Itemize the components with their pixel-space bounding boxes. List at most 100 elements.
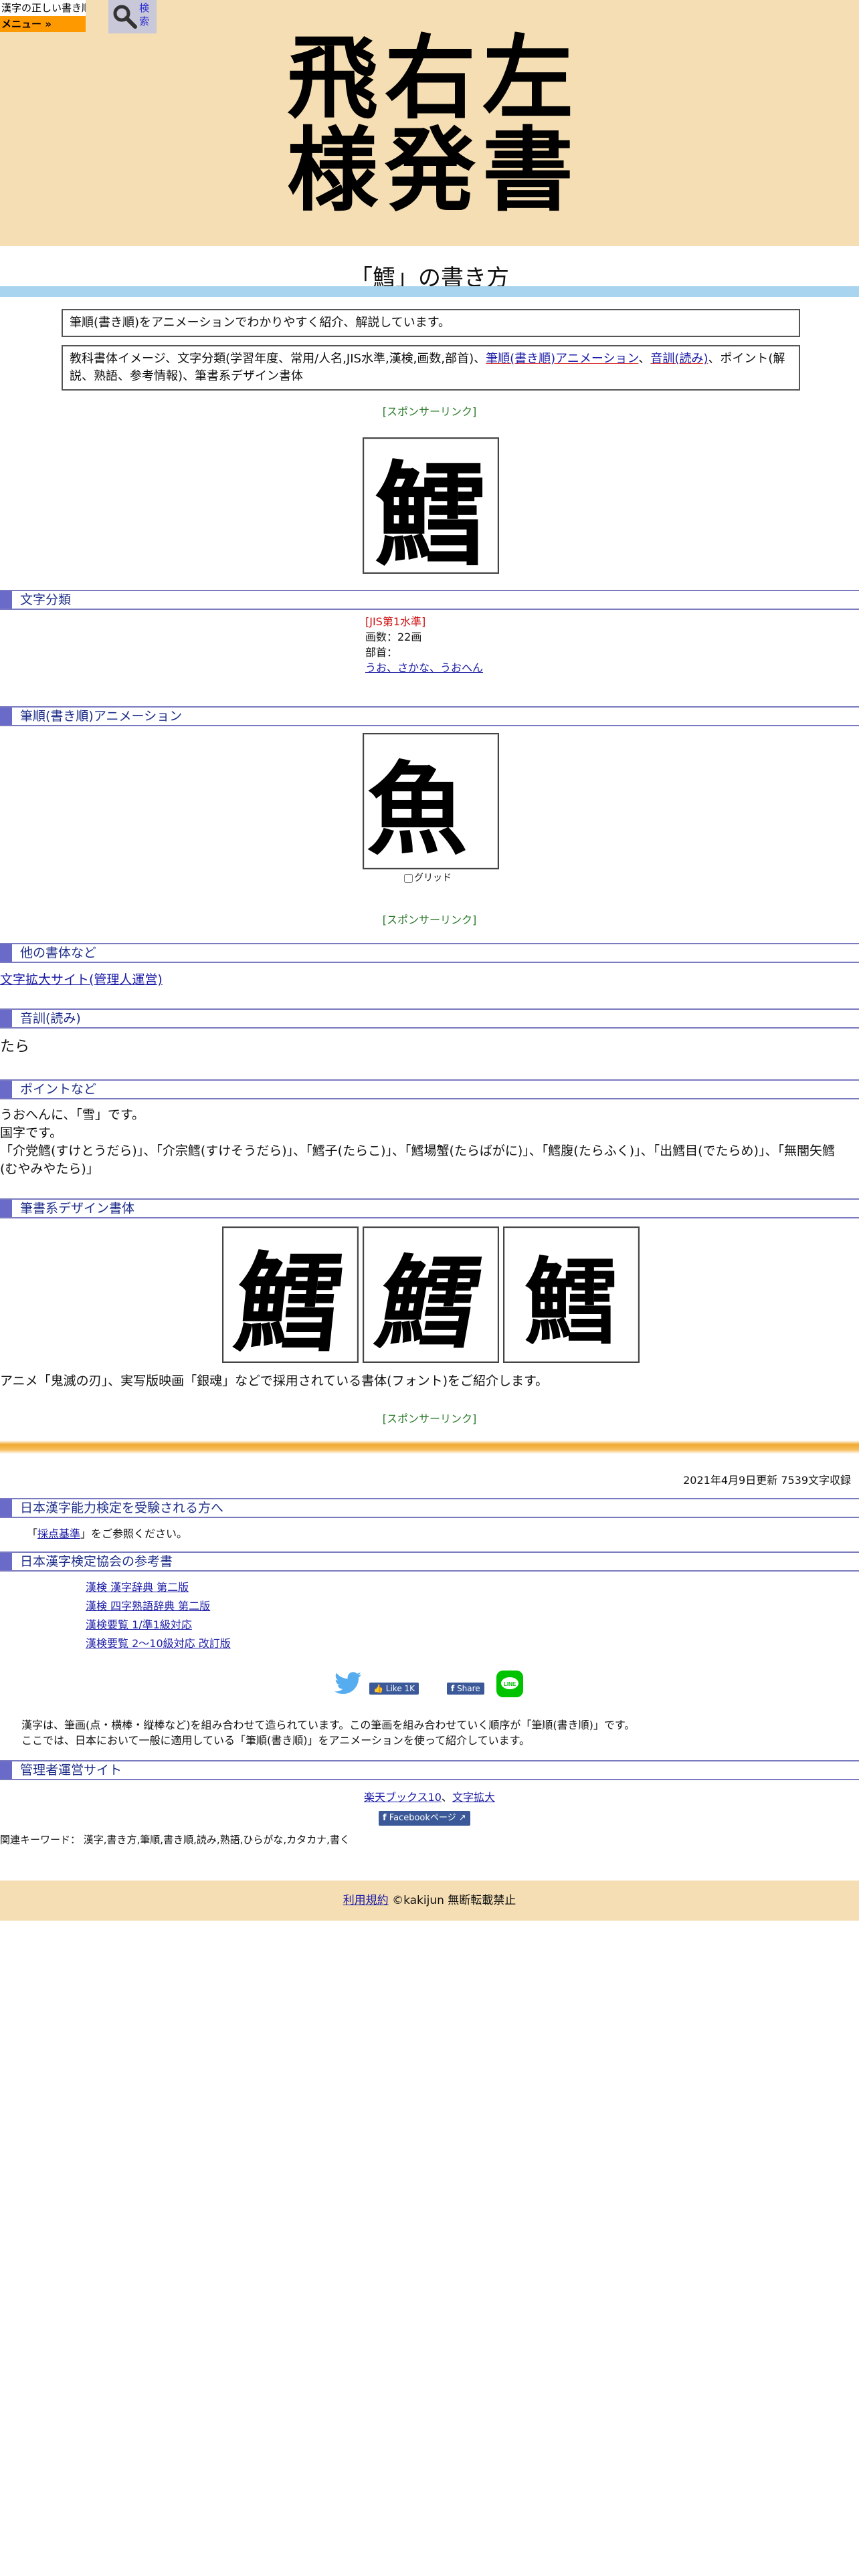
section-marker	[0, 1499, 12, 1517]
section-admin-sites: 管理者運営サイト	[0, 1760, 859, 1780]
section-marker	[0, 1761, 12, 1779]
section-title: 文字分類	[20, 593, 72, 607]
kentei-note-suffix: 」をご参照ください。	[80, 1527, 188, 1540]
facebook-like-button[interactable]: 👍 Like 1K	[369, 1683, 419, 1695]
copyright: ©kakijun 無断転載禁止	[392, 1894, 516, 1907]
kentei-ref-link[interactable]: 漢検要覧 2～10級対応 改訂版	[86, 1634, 231, 1653]
brush-font-sample-2: 鱈	[363, 1226, 499, 1363]
like-thumb-icon: 👍	[373, 1684, 383, 1693]
header-banner: 漢字の正しい書き順(筆順) メニュー » 検索 飛右左 様発書	[0, 0, 859, 246]
stroke-count: 画数：22画	[365, 631, 422, 643]
scoring-criteria-link[interactable]: 採点基準	[37, 1527, 80, 1540]
points-line-3: 「介党鱈(すけとうだら)」、「介宗鱈(すけそうだら)」、「鱈子(たらこ)」、「鱈…	[0, 1144, 835, 1176]
section-title: 日本漢字能力検定を受験される方へ	[20, 1501, 224, 1515]
radical-link[interactable]: うお、さかな、うおへん	[365, 661, 483, 674]
kentei-note-prefix: 「	[27, 1527, 38, 1540]
hero-line-2: 様発書	[287, 117, 580, 224]
facebook-f-icon: f	[383, 1813, 387, 1823]
footer: 利用規約 ©kakijun 無断転載禁止	[0, 1881, 859, 1921]
enlarge-link[interactable]: 文字拡大	[452, 1791, 495, 1804]
like-label: Like 1K	[385, 1684, 415, 1693]
points-line-1: うおへんに、「雪」です。	[0, 1107, 145, 1122]
points-body: うおへんに、「雪」です。 国字です。 「介党鱈(すけとうだら)」、「介宗鱈(すけ…	[0, 1106, 850, 1178]
section-title: ポイントなど	[20, 1082, 97, 1097]
section-marker	[0, 1081, 12, 1098]
section-kentei-takers: 日本漢字能力検定を受験される方へ	[0, 1498, 859, 1518]
toc-text-1: 教科書体イメージ、文字分類(学習年度、常用/人名,JIS水準,漢検,画数,部首)…	[70, 352, 486, 366]
section-marker	[0, 1553, 12, 1570]
toc-link-animation[interactable]: 筆順(書き順)アニメーション	[486, 352, 638, 366]
section-marker	[0, 1010, 12, 1027]
menu-button[interactable]: メニュー »	[0, 16, 86, 32]
brush-font-sample-1: 鱈	[222, 1226, 359, 1366]
site-logo[interactable]: 漢字の正しい書き順(筆順) メニュー »	[0, 0, 86, 33]
kentei-ref-link[interactable]: 漢検 四字熟語辞典 第二版	[86, 1597, 231, 1616]
section-marker	[0, 1200, 12, 1217]
facebook-page-button[interactable]: f Facebookページ ↗	[379, 1811, 470, 1826]
jis-level: [JIS第1水準]	[365, 615, 426, 628]
section-classification: 文字分類	[0, 590, 859, 610]
explanation: 漢字は、筆画(点・横棒・縦棒など)を組み合わせて造られています。この筆画を組み合…	[21, 1717, 838, 1748]
section-title: 筆順(書き順)アニメーション	[20, 709, 183, 724]
radical-label: 部首：	[365, 646, 398, 659]
twitter-bird-icon[interactable]	[333, 1672, 363, 1696]
section-reading: 音訓(読み)	[0, 1008, 859, 1029]
kanji-textbook-image: 鱈	[363, 437, 499, 581]
section-marker	[0, 591, 12, 609]
stroke-animation-frame[interactable]: 魚	[363, 733, 499, 869]
brush-font-char-3: 鱈	[524, 1248, 618, 1358]
enlarge-site-link[interactable]: 文字拡大サイト(管理人運営)	[0, 970, 163, 988]
share-label: Share	[457, 1684, 480, 1693]
external-link-icon: ↗	[458, 1813, 466, 1823]
section-other-styles: 他の書体など	[0, 943, 859, 963]
section-title: 筆書系デザイン書体	[20, 1201, 135, 1216]
facebook-share-button[interactable]: f Share	[447, 1683, 484, 1695]
grid-checkbox[interactable]	[404, 873, 413, 883]
grid-toggle[interactable]: グリッド	[404, 871, 452, 884]
search-button[interactable]: 検索	[108, 0, 157, 33]
explanation-line-1: 漢字は、筆画(点・横棒・縦棒など)を組み合わせて造られています。この筆画を組み合…	[21, 1719, 636, 1731]
section-kentei-refs: 日本漢字検定協会の参考書	[0, 1551, 859, 1572]
section-title: 他の書体など	[20, 946, 97, 960]
search-label[interactable]: 検索	[139, 1, 153, 28]
related-keywords: 関連キーワード： 漢字,書き方,筆順,書き順,読み,熟語,ひらがな,カタカナ,書…	[0, 1834, 350, 1846]
brush-font-sample-3: 鱈	[503, 1226, 640, 1363]
animation-partial-char: 魚	[367, 750, 468, 869]
section-title: 音訓(読み)	[20, 1011, 81, 1026]
brush-font-char-1: 鱈	[229, 1241, 350, 1366]
kentei-note: 「採点基準」をご参照ください。	[27, 1525, 187, 1541]
brush-fonts-note: アニメ「鬼滅の刃」、実写版映画「銀魂」などで採用されている書体(フォント)をご紹…	[0, 1374, 549, 1388]
admin-site-links: 楽天ブックス10、文字拡大	[0, 1788, 859, 1804]
intro-box: 筆順(書き順)をアニメーションでわかりやすく紹介、解説しています。	[62, 309, 800, 337]
hero-line-1: 飛右左	[287, 25, 580, 132]
sponsor-label: [スポンサーリンク]	[382, 1412, 477, 1425]
site-logo-text[interactable]: 漢字の正しい書き順(筆順)	[0, 0, 86, 16]
classification-info: [JIS第1水準] 画数：22画 部首： うお、さかな、うおへん	[365, 614, 483, 675]
brush-font-char-2: 鱈	[369, 1244, 490, 1362]
section-marker	[0, 708, 12, 725]
facebook-f-icon: f	[451, 1684, 455, 1693]
sponsor-label: [スポンサーリンク]	[382, 405, 477, 418]
line-share-icon[interactable]: LINE	[496, 1671, 523, 1697]
kentei-ref-link[interactable]: 漢検要覧 1/準1級対応	[86, 1616, 231, 1634]
section-brush-fonts: 筆書系デザイン書体	[0, 1198, 859, 1218]
intro-text: 筆順(書き順)をアニメーションでわかりやすく紹介、解説しています。	[70, 316, 450, 330]
toc-sep: 、	[638, 352, 651, 366]
terms-link[interactable]: 利用規約	[343, 1894, 389, 1907]
facebook-page-label: Facebookページ	[389, 1813, 456, 1823]
sponsor-label: [スポンサーリンク]	[382, 914, 477, 926]
kentei-ref-link[interactable]: 漢検 漢字辞典 第二版	[86, 1578, 231, 1597]
admin-sep: 、	[441, 1791, 452, 1804]
rakuten-books-link[interactable]: 楽天ブックス10	[364, 1791, 442, 1804]
points-line-2: 国字です。	[0, 1125, 63, 1140]
grid-label: グリッド	[414, 873, 452, 883]
kanji-main: 鱈	[375, 448, 487, 581]
section-points: ポイントなど	[0, 1079, 859, 1099]
search-icon	[113, 5, 137, 29]
toc-link-reading[interactable]: 音訓(読み)	[650, 352, 708, 366]
section-marker	[0, 944, 12, 962]
kentei-ref-list: 漢検 漢字辞典 第二版 漢検 四字熟語辞典 第二版 漢検要覧 1/準1級対応 漢…	[86, 1578, 231, 1653]
section-animation: 筆順(書き順)アニメーション	[0, 706, 859, 726]
orange-divider	[0, 1440, 859, 1454]
title-underline-bar	[0, 286, 859, 297]
